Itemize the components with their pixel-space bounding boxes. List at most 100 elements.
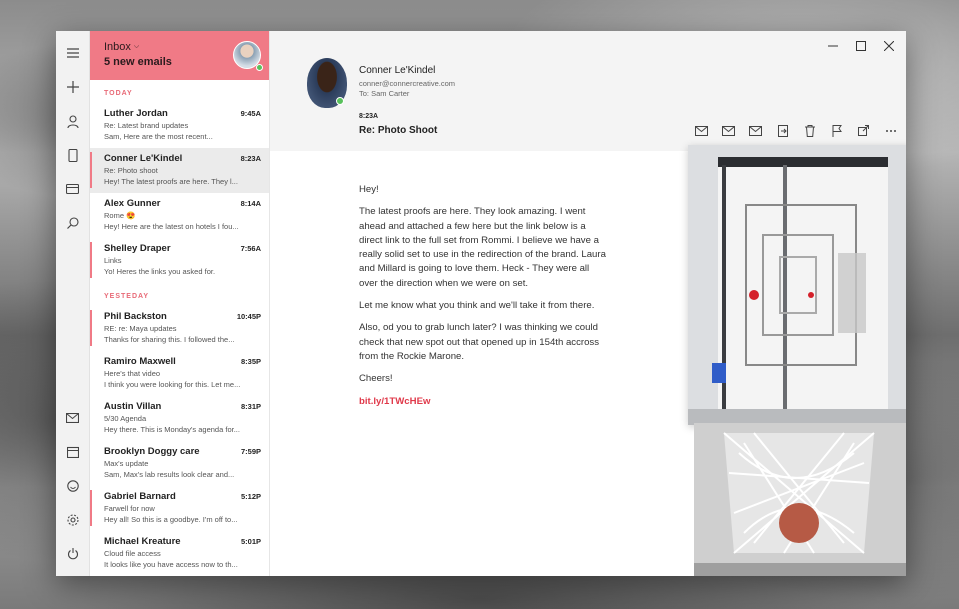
flag-marker bbox=[90, 242, 92, 278]
message-toolbar bbox=[694, 123, 898, 138]
chevron-down-icon: ⌵ bbox=[133, 43, 140, 50]
phone-icon[interactable] bbox=[61, 143, 85, 167]
mail-window: Inbox ⌵ 5 new emails TODAY Luther Jordan… bbox=[56, 31, 906, 576]
mail-preview: Hey! Here are the latest on hotels I fou… bbox=[104, 222, 239, 231]
close-button[interactable] bbox=[882, 39, 896, 53]
mail-sender: Luther Jordan bbox=[104, 108, 168, 119]
mail-time: 5:01P bbox=[240, 537, 261, 546]
mail-icon[interactable] bbox=[61, 406, 85, 430]
mail-list-item[interactable]: Gabriel Barnard 5:12P Farwell for now He… bbox=[90, 486, 269, 531]
mail-list-item[interactable]: Austin Villan 8:31P 5/30 Agenda Hey ther… bbox=[90, 396, 269, 441]
mail-subject: RE: re: Maya updates bbox=[104, 324, 177, 333]
list-header: Inbox ⌵ 5 new emails bbox=[90, 31, 269, 80]
mail-sender: Michael Kreature bbox=[104, 536, 181, 547]
window-controls bbox=[826, 39, 896, 53]
menu-icon[interactable] bbox=[61, 41, 85, 65]
message-paragraph: Let me know what you think and we'll tak… bbox=[359, 300, 595, 312]
mail-preview: It looks like you have access now to th.… bbox=[104, 560, 238, 569]
attachment-photo[interactable] bbox=[688, 145, 906, 425]
mail-list-item[interactable]: Shelley Draper 7:56A Links Yo! Heres the… bbox=[90, 238, 269, 283]
card-icon[interactable] bbox=[61, 177, 85, 201]
mail-sender: Conner Le'Kindel bbox=[104, 153, 183, 164]
delete-icon[interactable] bbox=[802, 123, 817, 138]
sender-name: Conner Le'Kindel bbox=[359, 65, 436, 76]
popout-icon[interactable] bbox=[856, 123, 871, 138]
mail-list-item[interactable]: Alex Gunner 8:14A Rome 😍 Hey! Here are t… bbox=[90, 193, 269, 238]
mail-list-item[interactable]: Conner Le'Kindel 8:23A Re: Photo shoot H… bbox=[90, 148, 269, 193]
flag-marker bbox=[90, 490, 92, 526]
flag-marker bbox=[90, 310, 92, 346]
folder-label: Inbox bbox=[104, 41, 131, 53]
mail-time: 8:23A bbox=[240, 154, 261, 163]
mail-sender: Alex Gunner bbox=[104, 198, 161, 209]
mail-preview: Yo! Heres the links you asked for. bbox=[104, 267, 216, 276]
mail-preview: Hey there. This is Monday's agenda for..… bbox=[104, 425, 240, 434]
recipient: To: Sam Carter bbox=[359, 89, 410, 98]
plus-icon[interactable] bbox=[61, 75, 85, 99]
mail-list: Inbox ⌵ 5 new emails TODAY Luther Jordan… bbox=[90, 31, 270, 576]
mail-preview: Thanks for sharing this. I followed the.… bbox=[104, 335, 235, 344]
mail-preview: Hey all! So this is a goodbye. I'm off t… bbox=[104, 515, 238, 524]
mail-sender: Brooklyn Doggy care bbox=[104, 446, 200, 457]
smiley-icon[interactable] bbox=[61, 474, 85, 498]
message-subject: Re: Photo Shoot bbox=[359, 125, 438, 136]
mail-subject: Re: Photo shoot bbox=[104, 166, 158, 175]
mail-subject: Cloud file access bbox=[104, 549, 161, 558]
mail-time: 5:12P bbox=[240, 492, 261, 501]
online-status-icon bbox=[336, 97, 344, 105]
mail-time: 7:59P bbox=[240, 447, 261, 456]
mail-subject: Rome 😍 bbox=[104, 211, 136, 220]
mail-time: 10:45P bbox=[236, 312, 261, 321]
mail-sender: Gabriel Barnard bbox=[104, 491, 176, 502]
mail-sender: Austin Villan bbox=[104, 401, 162, 412]
mail-preview: Sam, Here are the most recent... bbox=[104, 132, 213, 141]
mail-time: 8:14A bbox=[240, 199, 261, 208]
mail-preview: Hey! The latest proofs are here. They l.… bbox=[104, 177, 238, 186]
mail-subject: Re: Latest brand updates bbox=[104, 121, 189, 130]
maximize-button[interactable] bbox=[854, 39, 868, 53]
mail-list-item[interactable]: Ramiro Maxwell 8:35P Here's that video I… bbox=[90, 351, 269, 396]
message-paragraph: The latest proofs are here. They look am… bbox=[359, 206, 606, 289]
forward-icon[interactable] bbox=[748, 123, 763, 138]
message-paragraph: Also, od you to grab lunch later? I was … bbox=[359, 322, 600, 362]
search-icon[interactable] bbox=[61, 211, 85, 235]
mail-preview: I think you were looking for this. Let m… bbox=[104, 380, 241, 389]
section-label: YESTEDAY bbox=[104, 293, 150, 300]
reply-icon[interactable] bbox=[694, 123, 709, 138]
message-time: 8:23A bbox=[359, 113, 379, 120]
mail-subject: Links bbox=[104, 256, 122, 265]
mail-list-item[interactable]: Michael Kreature 5:01P Cloud file access… bbox=[90, 531, 269, 576]
more-icon[interactable] bbox=[883, 123, 898, 138]
reply-all-icon[interactable] bbox=[721, 123, 736, 138]
mail-sender: Shelley Draper bbox=[104, 243, 171, 254]
attachment-photo[interactable] bbox=[694, 423, 906, 576]
mail-time: 7:56A bbox=[240, 244, 261, 253]
mail-list-item[interactable]: Brooklyn Doggy care 7:59P Max's update S… bbox=[90, 441, 269, 486]
calendar-icon[interactable] bbox=[61, 440, 85, 464]
minimize-button[interactable] bbox=[826, 39, 840, 53]
mail-list-sections: TODAY Luther Jordan 9:45A Re: Latest bra… bbox=[90, 80, 269, 576]
message-header: Conner Le'Kindel conner@connercreative.c… bbox=[270, 31, 906, 151]
flag-icon[interactable] bbox=[829, 123, 844, 138]
move-icon[interactable] bbox=[775, 123, 790, 138]
nav-rail bbox=[56, 31, 90, 576]
message-paragraph: Cheers! bbox=[359, 373, 393, 385]
mail-list-item[interactable]: Luther Jordan 9:45A Re: Latest brand upd… bbox=[90, 103, 269, 148]
mail-subject: Here's that video bbox=[104, 369, 161, 378]
mail-time: 8:31P bbox=[240, 402, 261, 411]
message-link[interactable]: bit.ly/1TWcHEw bbox=[359, 395, 609, 409]
power-icon[interactable] bbox=[61, 542, 85, 566]
message-text: Hey! The latest proofs are here. They loo… bbox=[359, 183, 609, 417]
section-label: TODAY bbox=[104, 90, 133, 97]
online-status-icon bbox=[256, 64, 263, 71]
mail-time: 8:35P bbox=[240, 357, 261, 366]
mail-subject: Farwell for now bbox=[104, 504, 155, 513]
mail-sender: Phil Backston bbox=[104, 311, 167, 322]
sender-email[interactable]: conner@connercreative.com bbox=[359, 79, 455, 88]
mail-list-item[interactable]: Phil Backston 10:45P RE: re: Maya update… bbox=[90, 306, 269, 351]
mail-time: 9:45A bbox=[240, 109, 261, 118]
settings-icon[interactable] bbox=[61, 508, 85, 532]
mail-sender: Ramiro Maxwell bbox=[104, 356, 176, 367]
mail-subject: 5/30 Agenda bbox=[104, 414, 147, 423]
person-icon[interactable] bbox=[61, 109, 85, 133]
